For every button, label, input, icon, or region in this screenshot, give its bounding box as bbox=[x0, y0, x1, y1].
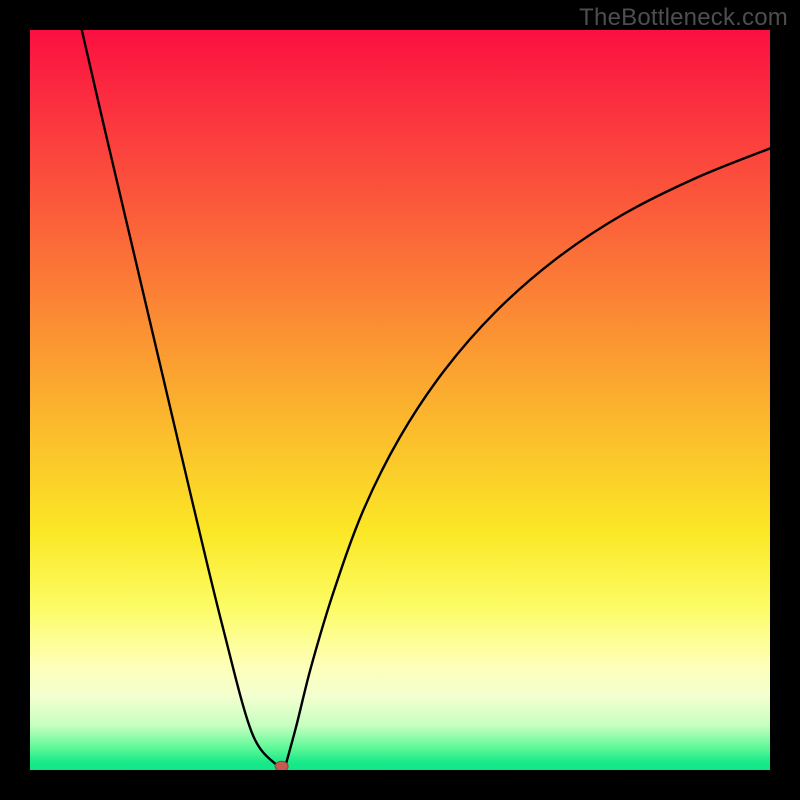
plot-area bbox=[30, 30, 770, 770]
x-axis-gutter bbox=[0, 770, 800, 800]
watermark-text: TheBottleneck.com bbox=[579, 4, 788, 32]
chart-frame: TheBottleneck.com bbox=[0, 0, 800, 800]
y-axis-gutter bbox=[0, 0, 30, 800]
minimum-marker bbox=[30, 30, 770, 770]
